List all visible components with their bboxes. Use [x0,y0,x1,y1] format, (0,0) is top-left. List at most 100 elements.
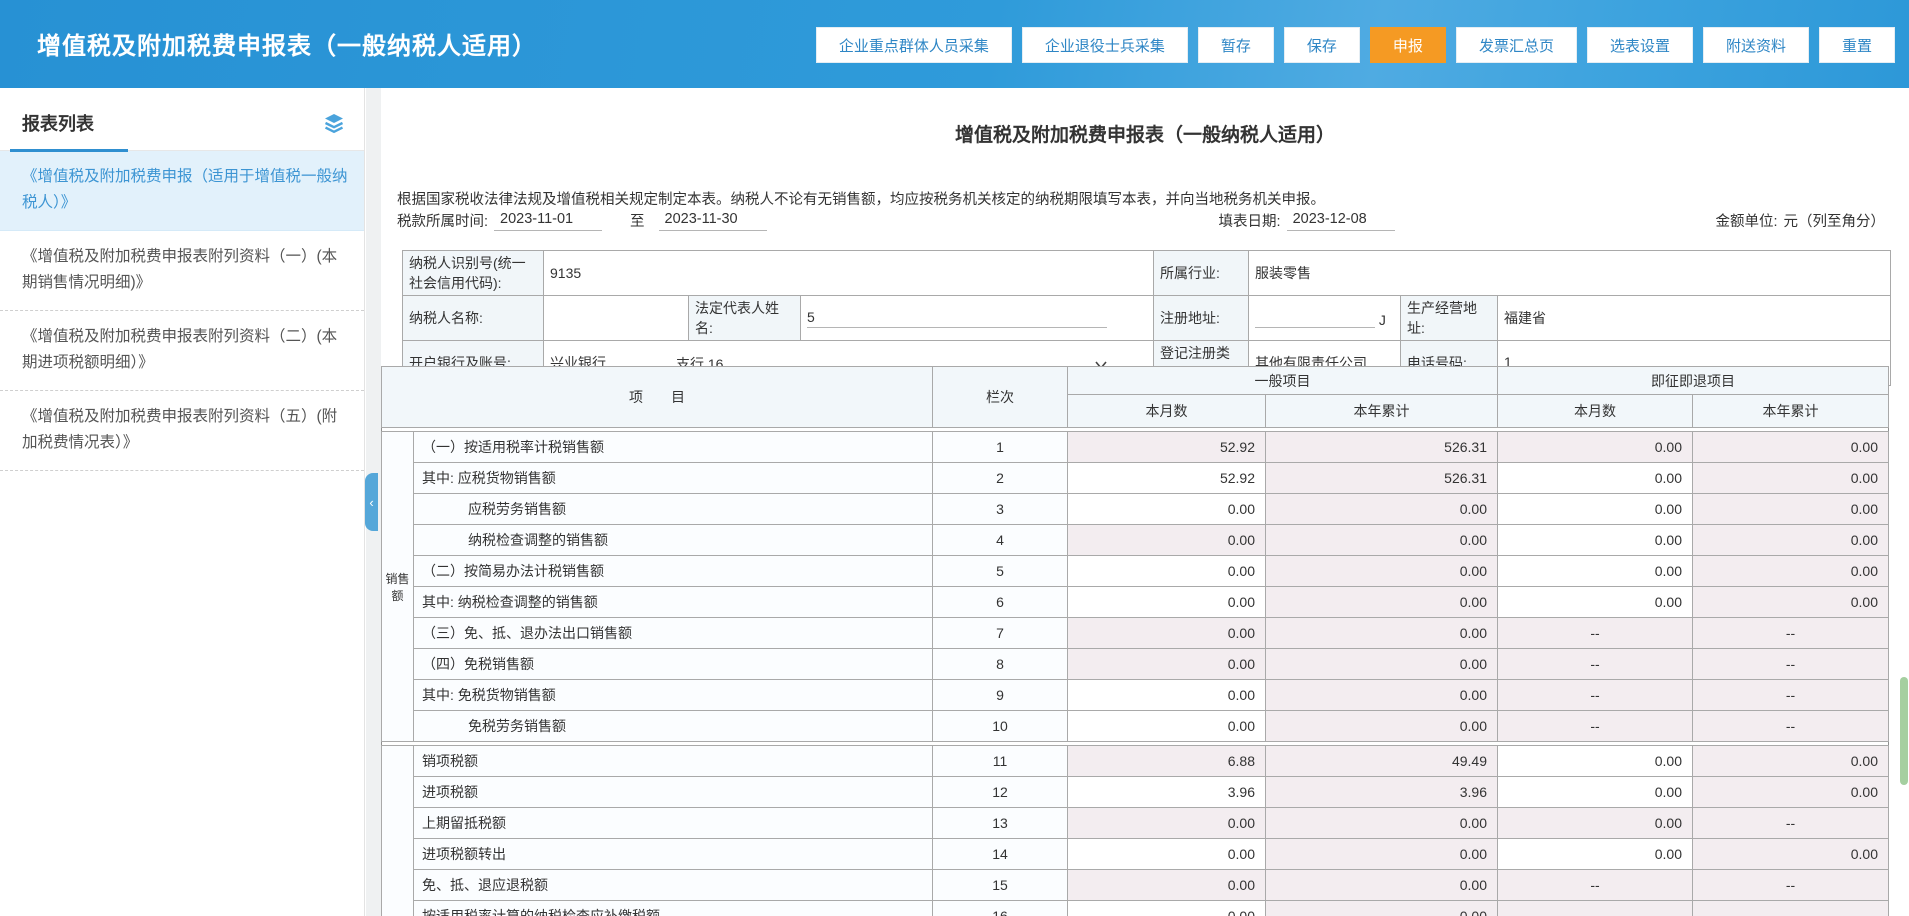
amount-cell: 0.00 [1068,618,1266,649]
item-label-cell: （一）按适用税率计税销售额 [414,432,933,463]
amount-cell[interactable]: 0.00 [1068,680,1266,711]
item-label-cell: 免、抵、退应退税额 [414,870,933,901]
sidebar-report-item[interactable]: 《增值税及附加税费申报（适用于增值税一般纳税人）》 [0,151,364,231]
sidebar-title: 报表列表 [22,110,94,136]
general-month-header: 本月数 [1068,395,1266,428]
amount-cell[interactable]: 0.00 [1498,525,1693,556]
amount-cell: 0.00 [1266,839,1498,870]
line-number-cell: 13 [933,808,1068,839]
sidebar-report-item[interactable]: 《增值税及附加税费申报表附列资料（二）(本期进项税额明细）》 [0,311,364,391]
header-button[interactable]: 重置 [1819,27,1895,63]
business-addr-value[interactable]: 福建省 [1498,296,1891,341]
period-label: 税款所属时间: [397,210,488,231]
declare-button[interactable]: 申报 [1370,27,1446,63]
amount-cell[interactable]: 3.96 [1068,777,1266,808]
amount-cell: -- [1498,870,1693,901]
amount-cell: 0.00 [1266,649,1498,680]
scrollbar-thumb[interactable] [1900,677,1908,785]
header-button[interactable]: 暂存 [1198,27,1274,63]
amount-cell[interactable]: 52.92 [1068,463,1266,494]
amount-cell: 0.00 [1693,839,1889,870]
reg-addr-label: 注册地址: [1154,296,1249,341]
industry-value: 服装零售 [1249,251,1891,296]
amount-cell: -- [1693,711,1889,742]
item-label-cell: 销项税额 [414,746,933,777]
amount-cell: 0.00 [1693,587,1889,618]
legal-rep-value[interactable]: 5 [801,296,1154,341]
table-row: 免、抵、退应退税额150.000.00---- [382,870,1889,901]
sidebar-report-item[interactable]: 《增值税及附加税费申报表附列资料（一）(本期销售情况明细)》 [0,231,364,311]
amount-cell[interactable]: 0.00 [1068,556,1266,587]
amount-cell[interactable]: 0.00 [1068,587,1266,618]
line-number-cell: 8 [933,649,1068,680]
table-row: （三）免、抵、退办法出口销售额70.000.00---- [382,618,1889,649]
form-intro-text: 根据国家税收法律法规及增值税相关规定制定本表。纳税人不论有无销售额，均应按税务机… [397,188,1879,209]
table-row: 其中: 应税货物销售额252.92526.310.000.00 [382,463,1889,494]
amount-cell: 0.00 [1266,711,1498,742]
amount-cell[interactable]: 0.00 [1068,901,1266,916]
line-number-cell: 4 [933,525,1068,556]
amount-cell: 0.00 [1266,618,1498,649]
line-number-cell: 2 [933,463,1068,494]
amount-cell[interactable]: 0.00 [1068,494,1266,525]
top-bar: 增值税及附加税费申报表（一般纳税人适用） 企业重点群体人员采集企业退役士兵采集暂… [0,0,1909,88]
item-label-cell: 其中: 纳税检查调整的销售额 [414,587,933,618]
amount-cell[interactable]: 0.00 [1498,556,1693,587]
item-label-cell: 其中: 应税货物销售额 [414,463,933,494]
amount-cell: -- [1498,618,1693,649]
amount-cell: -- [1693,680,1889,711]
taxpayer-id-value[interactable]: 9135 [544,251,1154,296]
table-row: 按适用税率计算的纳税检查应补缴税额160.000.00---- [382,901,1889,916]
row-group-label [382,746,414,916]
amount-cell: 0.00 [1693,777,1889,808]
amount-cell: -- [1693,870,1889,901]
amount-cell: 0.00 [1693,463,1889,494]
taxpayer-name-value[interactable] [544,296,689,341]
amount-cell[interactable]: 0.00 [1068,711,1266,742]
sidebar-item-list: 《增值税及附加税费申报（适用于增值税一般纳税人）》《增值税及附加税费申报表附列资… [0,151,364,471]
layers-icon[interactable] [322,111,346,135]
amount-cell[interactable]: 0.00 [1498,494,1693,525]
line-column-header: 栏次 [933,367,1068,428]
amount-cell: 0.00 [1693,525,1889,556]
amount-cell[interactable]: 0.00 [1498,777,1693,808]
item-label-cell: （三）免、抵、退办法出口销售额 [414,618,933,649]
header-button[interactable]: 选表设置 [1587,27,1693,63]
header-button[interactable]: 企业重点群体人员采集 [816,27,1012,63]
period-end-input[interactable]: 2023-11-30 [659,211,767,231]
line-number-cell: 16 [933,901,1068,916]
amount-cell: 0.00 [1068,870,1266,901]
sidebar-collapse-handle[interactable]: ‹ [365,473,378,531]
amount-cell[interactable]: 0.00 [1498,746,1693,777]
amount-cell[interactable]: 0.00 [1498,587,1693,618]
business-addr-label: 生产经营地址: [1401,296,1498,341]
header-button[interactable]: 保存 [1284,27,1360,63]
amount-cell: 526.31 [1266,463,1498,494]
line-number-cell: 11 [933,746,1068,777]
item-label-cell: 纳税检查调整的销售额 [414,525,933,556]
header-button[interactable]: 企业退役士兵采集 [1022,27,1188,63]
amount-cell[interactable]: 0.00 [1498,463,1693,494]
line-number-cell: 3 [933,494,1068,525]
line-number-cell: 9 [933,680,1068,711]
refund-items-header: 即征即退项目 [1498,367,1889,395]
refund-month-header: 本月数 [1498,395,1693,428]
table-row: 其中: 免税货物销售额90.000.00---- [382,680,1889,711]
sidebar-report-item[interactable]: 《增值税及附加税费申报表附列资料（五）(附加税费情况表）》 [0,391,364,471]
amount-cell: 0.00 [1266,901,1498,916]
table-row: 应税劳务销售额30.000.000.000.00 [382,494,1889,525]
amount-cell: 0.00 [1266,556,1498,587]
amount-cell[interactable]: 0.00 [1498,839,1693,870]
item-label-cell: 按适用税率计算的纳税检查应补缴税额 [414,901,933,916]
line-number-cell: 15 [933,870,1068,901]
table-row: 进项税额转出140.000.000.000.00 [382,839,1889,870]
amount-cell[interactable]: 0.00 [1068,839,1266,870]
header-button[interactable]: 附送资料 [1703,27,1809,63]
period-start-input[interactable]: 2023-11-01 [494,211,602,231]
reg-addr-value[interactable]: J [1249,296,1401,341]
table-row: （四）免税销售额80.000.00---- [382,649,1889,680]
fill-date-input[interactable]: 2023-12-08 [1287,211,1395,231]
header-button[interactable]: 发票汇总页 [1456,27,1577,63]
table-row: 销项税额116.8849.490.000.00 [382,746,1889,777]
amount-cell: 0.00 [1266,870,1498,901]
